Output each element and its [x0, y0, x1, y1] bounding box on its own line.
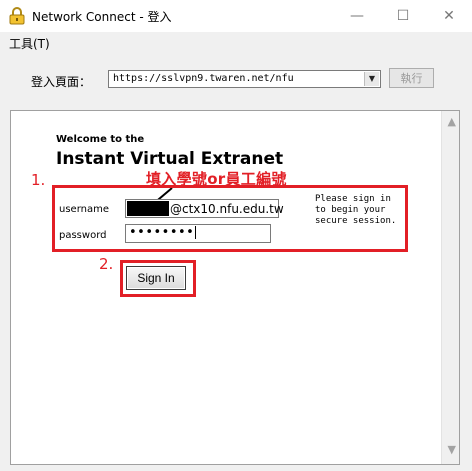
- menu-tools[interactable]: 工具(T): [9, 35, 50, 52]
- step-1-label: 1.: [31, 171, 46, 189]
- chevron-down-icon[interactable]: ▼: [364, 72, 379, 86]
- title-bar: Network Connect - 登入 — ☐ ✕: [0, 0, 472, 32]
- url-value: https://sslvpn9.twaren.net/nfu: [113, 73, 294, 84]
- menu-bar: 工具(T): [0, 32, 472, 52]
- password-value: ••••••••: [129, 225, 197, 240]
- sign-in-button[interactable]: Sign In: [126, 266, 186, 290]
- execute-button[interactable]: 執行: [389, 68, 434, 88]
- signin-note: Please sign in to begin your secure sess…: [315, 194, 397, 226]
- password-field[interactable]: ••••••••: [125, 224, 271, 243]
- minimize-button[interactable]: —: [334, 0, 380, 32]
- url-dropdown[interactable]: https://sslvpn9.twaren.net/nfu ▼: [108, 70, 381, 88]
- username-label: username: [59, 204, 109, 215]
- scroll-up-icon[interactable]: ▲: [448, 115, 456, 128]
- redacted-id: [127, 201, 169, 216]
- scroll-down-icon[interactable]: ▼: [448, 443, 456, 456]
- username-field[interactable]: @ctx10.nfu.edu.tw: [125, 199, 284, 218]
- password-label: password: [59, 230, 107, 241]
- window-title: Network Connect - 登入: [32, 10, 172, 24]
- login-page-label: 登入頁面：: [31, 75, 92, 89]
- welcome-text: Welcome to the: [56, 134, 145, 145]
- username-value: @ctx10.nfu.edu.tw: [170, 202, 284, 216]
- product-title: Instant Virtual Extranet: [56, 149, 284, 169]
- close-button[interactable]: ✕: [426, 0, 472, 32]
- step-2-label: 2.: [99, 255, 114, 273]
- maximize-button[interactable]: ☐: [380, 0, 426, 32]
- vertical-scrollbar[interactable]: ▲ ▼: [441, 111, 459, 464]
- padlock-icon: [9, 7, 25, 25]
